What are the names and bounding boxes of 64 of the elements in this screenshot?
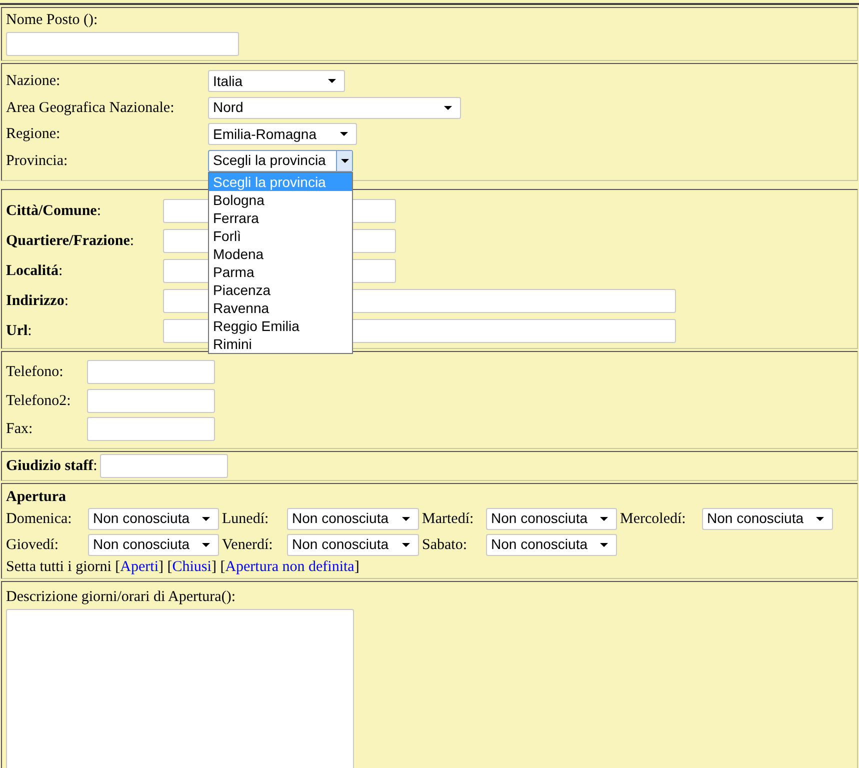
dropdown-option[interactable]: Modena: [209, 244, 352, 263]
dropdown-option[interactable]: Ravenna: [209, 298, 352, 317]
dropdown[interactable]: Scegli la provincia: [208, 150, 353, 172]
field-label: Telefono2:: [6, 392, 72, 410]
caret-icon: [600, 542, 608, 546]
text-field[interactable]: [87, 360, 215, 384]
dropdown[interactable]: Non conosciuta: [88, 508, 219, 530]
text-field[interactable]: [100, 454, 228, 478]
field-label: Mercoledí:: [620, 510, 686, 526]
section-title: Apertura: [6, 488, 67, 506]
caret-icon: [402, 516, 410, 520]
caret-icon: [202, 516, 210, 520]
dropdown-option[interactable]: Rimini: [209, 334, 352, 353]
caret-icon: [202, 542, 210, 546]
caret-icon: [816, 516, 824, 520]
field-label: Città/Comune:: [6, 203, 101, 219]
field-label: Nome Posto ():: [6, 11, 99, 29]
field-label: Provincia:: [6, 152, 69, 170]
field-label: Giovedí:: [6, 536, 58, 552]
field-label: Area Geografica Nazionale:: [6, 98, 176, 117]
field-label: Localitá:: [6, 263, 63, 279]
set-all-days-text: Setta tutti i giorni [Aperti] [Chiusi] [Apertura non definita]: [6, 558, 360, 576]
dropdown-option[interactable]: Forlì: [209, 226, 352, 245]
caret-icon: [328, 79, 336, 84]
dropdown[interactable]: Non conosciuta: [702, 508, 833, 530]
dropdown[interactable]: Nord: [208, 96, 461, 119]
dropdown-option[interactable]: Parma: [209, 262, 352, 281]
text-field[interactable]: [6, 32, 239, 56]
dropdown[interactable]: Non conosciuta: [486, 508, 617, 530]
field-label: Indirizzo:: [6, 293, 69, 309]
field-label: Sabato:: [422, 536, 467, 552]
field-label: Domenica:: [6, 510, 72, 526]
caret-icon: [402, 542, 410, 546]
dropdown[interactable]: Emilia-Romagna: [208, 123, 357, 146]
field-label: Regione:: [6, 125, 62, 144]
field-label: Quartiere/Frazione:: [6, 233, 134, 249]
dropdown-option[interactable]: Ferrara: [209, 208, 352, 227]
dropdown[interactable]: Non conosciuta: [287, 508, 419, 530]
text-area[interactable]: [6, 608, 354, 768]
field-label: Descrizione giorni/orari di Apertura():: [6, 588, 236, 606]
field-label: Telefono:: [6, 363, 64, 382]
dropdown[interactable]: Non conosciuta: [88, 534, 219, 556]
dropdown[interactable]: Non conosciuta: [287, 534, 419, 556]
field-label: Fax:: [6, 420, 34, 438]
field-label: Url:: [6, 323, 32, 339]
caret-icon: [340, 158, 348, 163]
dropdown[interactable]: Non conosciuta: [486, 534, 617, 556]
link[interactable]: Chiusi: [172, 558, 212, 574]
field-label: Martedí:: [422, 510, 474, 526]
caret-icon: [340, 132, 348, 136]
field-label: Nazione:: [6, 72, 62, 90]
text-field[interactable]: [87, 417, 215, 442]
link[interactable]: Apertura non definita: [225, 558, 354, 574]
caret-icon: [600, 516, 608, 520]
field-label: Giudizio staff:: [6, 456, 98, 474]
dropdown-option[interactable]: Reggio Emilia: [209, 316, 352, 335]
link[interactable]: Aperti: [120, 558, 158, 574]
dropdown-option[interactable]: Piacenza: [209, 280, 352, 299]
field-label: Lunedí:: [222, 510, 269, 526]
field-label: Venerdí:: [222, 536, 273, 552]
dropdown-option[interactable]: Bologna: [209, 190, 352, 209]
dropdown[interactable]: Italia: [208, 70, 345, 92]
caret-icon: [444, 106, 452, 110]
text-field[interactable]: [87, 388, 215, 413]
